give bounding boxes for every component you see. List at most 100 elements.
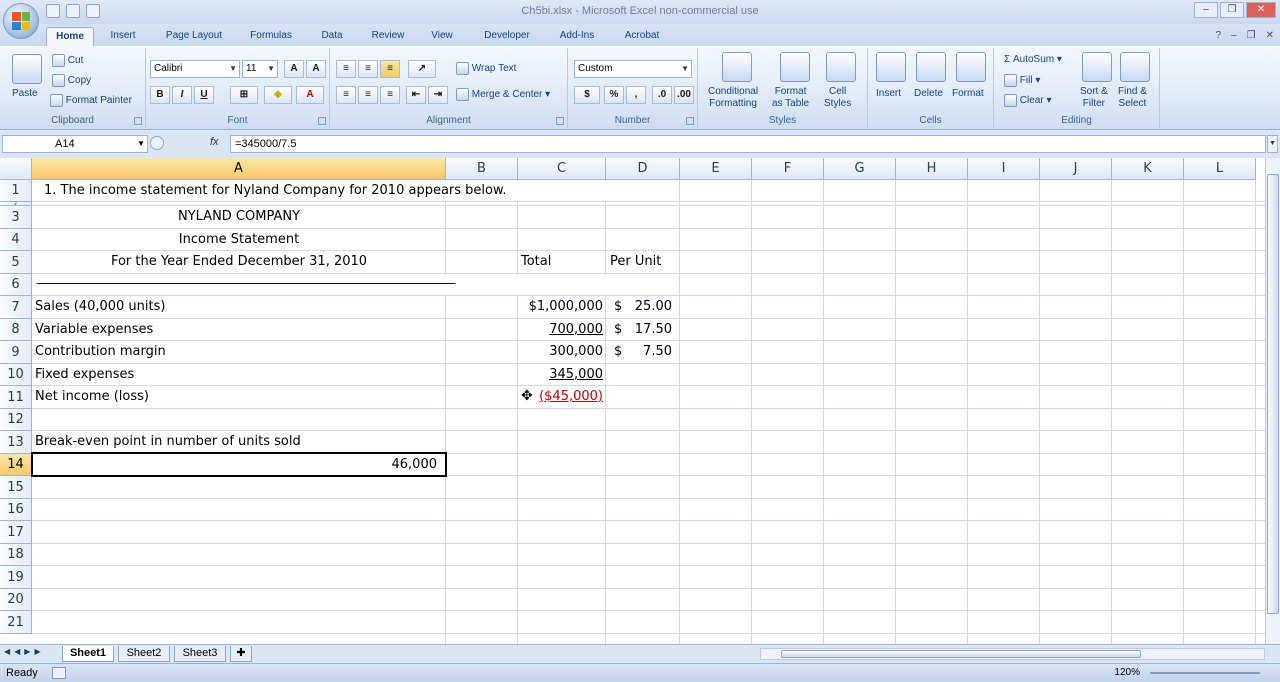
align-bottom-button[interactable]: ≡ [380,60,400,78]
column-header-i[interactable]: I [968,158,1040,180]
cell-a5[interactable]: For the Year Ended December 31, 2010 [32,251,446,273]
cell-a6-dashes[interactable]: —————————————————————————————————————— [36,273,664,295]
zoom-slider[interactable] [1150,672,1260,674]
cell-c7[interactable]: $1,000,000 [518,296,603,318]
tab-data[interactable]: Data [312,27,352,46]
row-header-13[interactable]: 13 [0,431,32,454]
align-right-button[interactable]: ≡ [380,86,400,104]
column-header-b[interactable]: B [446,158,518,180]
find-select-button[interactable]: Find & Select [1118,86,1147,110]
restore-workbook-icon[interactable]: ❐ [1247,30,1256,41]
font-name-select[interactable]: Calibri ▼ [150,60,240,78]
zoom-level[interactable]: 120% [1114,667,1140,678]
close-workbook-icon[interactable]: ✕ [1266,30,1274,41]
percent-button[interactable]: % [604,86,624,104]
autosum-button[interactable]: Σ AutoSum ▾ [1004,54,1062,65]
row-header-16[interactable]: 16 [0,499,32,521]
row-header-19[interactable]: 19 [0,566,32,589]
cell-a13[interactable]: Break-even point in number of units sold [35,431,301,453]
insert-sheet-icon[interactable]: ✚ [230,646,252,662]
row-header-6[interactable]: 6 [0,274,32,296]
cell-c10[interactable]: 345,000 [518,364,603,386]
cell-c9[interactable]: 300,000 [518,341,603,363]
decrease-indent-button[interactable]: ⇤ [406,86,426,104]
minimize-button[interactable]: – [1194,2,1218,18]
horizontal-scroll-thumb[interactable] [781,650,1141,658]
formula-cancel-icon[interactable] [150,136,164,150]
row-header-9[interactable]: 9 [0,341,32,364]
font-launcher-icon[interactable] [318,117,326,125]
format-button[interactable]: Format [952,88,984,99]
column-header-h[interactable]: H [896,158,968,180]
name-box[interactable]: A14 ▼ [2,135,148,153]
orientation-button[interactable]: ↗ [408,60,436,78]
align-left-button[interactable]: ≡ [336,86,356,104]
cell-a3[interactable]: NYLAND COMPANY [32,206,446,228]
minimize-workbook-icon[interactable]: – [1231,30,1237,41]
sheet-tab-sheet1[interactable]: Sheet1 [62,646,114,662]
row-header-12[interactable]: 12 [0,409,32,431]
column-header-c[interactable]: C [518,158,606,180]
wrap-text-button[interactable]: Wrap Text [456,62,516,75]
borders-button[interactable]: ⊞ [230,86,258,104]
row-header-8[interactable]: 8 [0,319,32,341]
format-painter-button[interactable]: Format Painter [50,94,132,107]
cut-button[interactable]: Cut [52,54,83,67]
row-header-11[interactable]: 11 [0,386,32,409]
align-top-button[interactable]: ≡ [336,60,356,78]
cell-a8[interactable]: Variable expenses [35,319,153,341]
row-header-3[interactable]: 3 [0,206,32,229]
cell-d5[interactable]: Per Unit [610,251,661,273]
row-header-15[interactable]: 15 [0,476,32,499]
conditional-formatting-button[interactable]: Conditional Formatting [708,86,758,110]
copy-button[interactable]: Copy [52,74,91,87]
column-header-d[interactable]: D [606,158,680,180]
cell-a9[interactable]: Contribution margin [35,341,166,363]
clear-button[interactable]: Clear ▾ [1004,94,1052,107]
row-header-14[interactable]: 14 [0,454,32,476]
tab-formulas[interactable]: Formulas [240,27,302,46]
italic-button[interactable]: I [172,86,192,104]
row-header-1[interactable]: 1 [0,180,32,202]
cell-a11[interactable]: Net income (loss) [35,386,149,408]
office-button[interactable] [3,3,39,39]
row-header-5[interactable]: 5 [0,251,32,274]
cell-styles-button[interactable]: Cell Styles [824,86,851,110]
currency-button[interactable]: $ [574,86,600,104]
underline-button[interactable]: U [194,86,214,104]
cell-d8[interactable]: 17.50 [606,319,672,341]
select-all-corner[interactable] [0,158,32,180]
cell-a1[interactable]: 1. The income statement for Nyland Compa… [44,180,507,202]
vertical-scrollbar[interactable] [1265,158,1280,644]
tab-page-layout[interactable]: Page Layout [156,27,232,46]
horizontal-scrollbar[interactable] [760,648,1265,660]
comma-button[interactable]: , [626,86,646,104]
align-center-button[interactable]: ≡ [358,86,378,104]
insert-button[interactable]: Insert [876,88,901,99]
column-header-l[interactable]: L [1184,158,1256,180]
paste-icon[interactable] [12,54,42,84]
tab-add-ins[interactable]: Add-Ins [550,27,604,46]
worksheet-grid[interactable]: A B C D E F G H I J K L 1 2 3 4 5 6 7 8 … [0,158,1265,644]
number-launcher-icon[interactable] [686,117,694,125]
tab-acrobat[interactable]: Acrobat [614,27,670,46]
column-header-k[interactable]: K [1112,158,1184,180]
grow-font-button[interactable]: A [284,60,304,78]
clipboard-launcher-icon[interactable] [134,117,142,125]
fx-icon[interactable]: fx [210,136,219,148]
alignment-launcher-icon[interactable] [556,117,564,125]
shrink-font-button[interactable]: A [306,60,326,78]
tab-developer[interactable]: Developer [474,27,540,46]
font-color-button[interactable]: A [296,86,324,104]
increase-indent-button[interactable]: ⇥ [428,86,448,104]
format-as-table-button[interactable]: Format as Table [772,86,809,110]
column-header-f[interactable]: F [752,158,824,180]
font-size-select[interactable]: 11 ▼ [242,60,278,78]
cell-a7[interactable]: Sales (40,000 units) [35,296,165,318]
cell-d7[interactable]: 25.00 [606,296,672,318]
formula-input[interactable]: =345000/7.5 [230,135,1266,153]
help-icon[interactable]: ? [1216,30,1222,41]
cell-a4[interactable]: Income Statement [32,229,446,251]
fill-button[interactable]: Fill ▾ [1004,74,1040,87]
sheet-tab-sheet3[interactable]: Sheet3 [174,646,226,662]
